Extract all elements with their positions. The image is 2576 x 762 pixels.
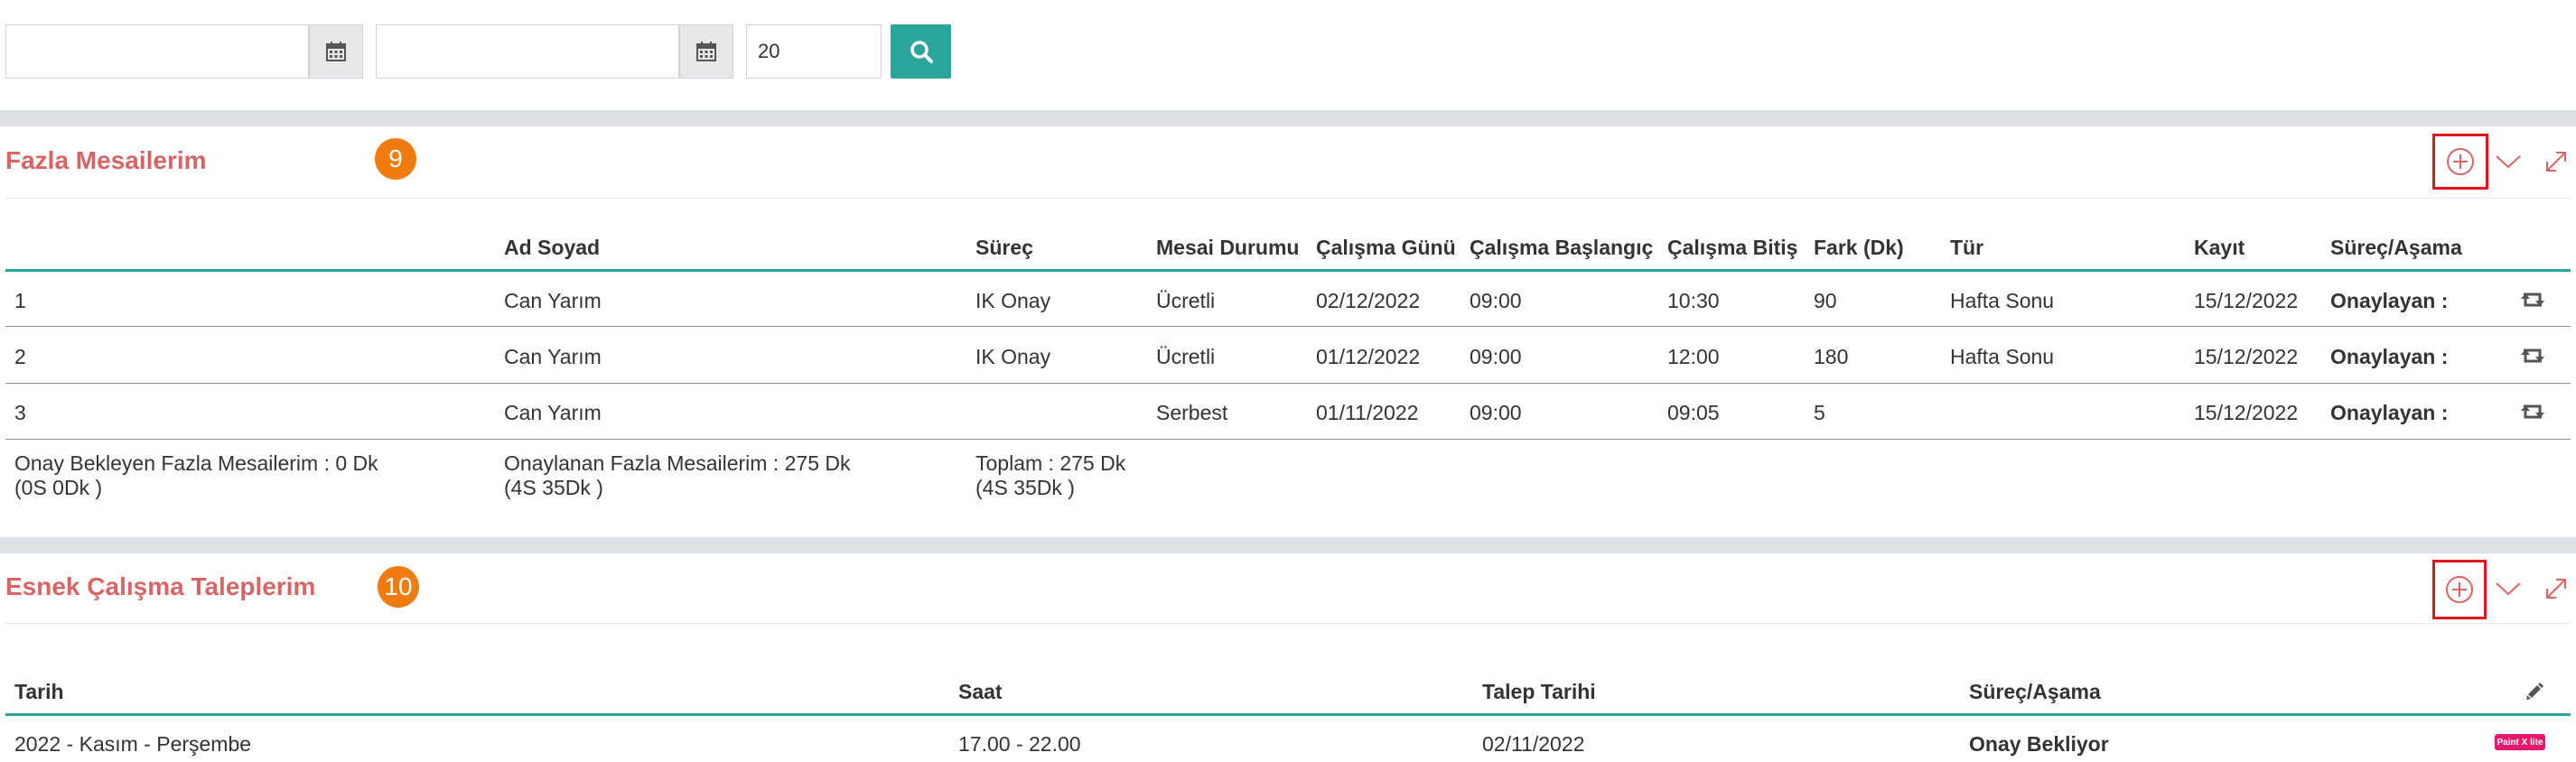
column-header-date: Tarih xyxy=(14,680,64,703)
cell-record: 15/12/2022 xyxy=(2194,345,2299,368)
column-header-stage: Süreç/Aşama xyxy=(1969,680,2101,703)
column-header-process: Süreç xyxy=(975,236,1033,259)
step-badge: 9 xyxy=(375,138,416,180)
cell-day: 02/12/2022 xyxy=(1316,289,1421,312)
row-number: 2 xyxy=(14,345,26,368)
filter-bar: 20 xyxy=(0,0,2576,108)
cell-name: Can Yarım xyxy=(504,289,602,312)
add-overtime-button[interactable] xyxy=(2432,134,2488,190)
history-button[interactable] xyxy=(2518,287,2547,312)
row-divider xyxy=(5,326,2571,327)
search-icon xyxy=(910,41,933,63)
row-divider xyxy=(5,383,2571,384)
collapse-panel-button[interactable] xyxy=(2495,148,2522,175)
overtime-panel-title: Fazla Mesailerim xyxy=(5,146,207,174)
retweet-icon xyxy=(2521,293,2544,307)
cell-date: 2022 - Kasım - Perşembe xyxy=(14,732,252,756)
expand-icon xyxy=(2546,579,2566,599)
start-date-input[interactable] xyxy=(5,24,309,79)
chevron-down-icon xyxy=(2496,582,2521,596)
flex-work-panel-title: Esnek Çalışma Taleplerim xyxy=(5,572,316,600)
column-header-end: Çalışma Bitiş xyxy=(1667,236,1798,259)
cell-diff: 5 xyxy=(1814,401,1825,424)
cell-start: 09:00 xyxy=(1470,401,1522,424)
expand-icon xyxy=(2546,152,2566,172)
grand-total-duration: (4S 35Dk ) xyxy=(975,476,1075,499)
collapse-panel-button[interactable] xyxy=(2495,575,2522,602)
add-circle-icon xyxy=(2447,148,2474,175)
cell-type: Hafta Sonu xyxy=(1950,289,2055,312)
calendar-icon xyxy=(326,42,346,61)
history-button[interactable] xyxy=(2518,399,2547,424)
search-button[interactable] xyxy=(891,24,951,79)
expand-panel-button[interactable] xyxy=(2543,575,2570,602)
column-header-day: Çalışma Günü xyxy=(1316,236,1456,259)
row-number: 3 xyxy=(14,401,26,424)
cell-record: 15/12/2022 xyxy=(2194,289,2299,312)
column-header-stage: Süreç/Aşama xyxy=(2330,236,2462,259)
end-date-calendar-button[interactable] xyxy=(679,24,733,79)
retweet-icon xyxy=(2521,348,2544,363)
cell-end: 12:00 xyxy=(1667,345,1720,368)
cell-stage: Onay Bekliyor xyxy=(1969,732,2109,756)
column-header-name: Ad Soyad xyxy=(504,236,601,259)
cell-diff: 180 xyxy=(1814,345,1849,368)
cell-request-date: 02/11/2022 xyxy=(1482,732,1585,756)
column-header-request-date: Talep Tarihi xyxy=(1482,680,1596,703)
section-divider xyxy=(0,537,2576,553)
row-number: 1 xyxy=(14,289,26,312)
step-badge: 10 xyxy=(378,566,419,608)
start-date-calendar-button[interactable] xyxy=(309,24,363,79)
cell-diff: 90 xyxy=(1814,289,1837,312)
cell-process: IK Onay xyxy=(975,289,1051,312)
cell-status: Serbest xyxy=(1156,401,1228,424)
column-header-status: Mesai Durumu xyxy=(1156,236,1300,259)
cell-process: IK Onay xyxy=(975,345,1051,368)
pending-total-duration: (0S 0Dk ) xyxy=(14,476,103,499)
watermark-badge: Paint X lite xyxy=(2495,734,2545,750)
cell-name: Can Yarım xyxy=(504,345,602,368)
cell-record: 15/12/2022 xyxy=(2194,401,2299,424)
history-button[interactable] xyxy=(2518,343,2547,368)
cell-stage: Onaylayan : xyxy=(2330,345,2449,368)
cell-day: 01/12/2022 xyxy=(1316,345,1421,368)
cell-stage: Onaylayan : xyxy=(2330,289,2449,312)
cell-end: 09:05 xyxy=(1667,401,1720,424)
panel-header-divider xyxy=(5,623,2571,624)
grand-total-label: Toplam : 275 Dk xyxy=(975,451,1126,475)
pencil-icon xyxy=(2526,683,2543,700)
add-flex-request-button[interactable] xyxy=(2432,560,2487,619)
calendar-icon xyxy=(696,42,716,61)
expand-panel-button[interactable] xyxy=(2543,148,2570,175)
panel-header-divider xyxy=(5,198,2571,199)
cell-stage: Onaylayan : xyxy=(2330,401,2449,424)
cell-hour: 17.00 - 22.00 xyxy=(958,732,1081,756)
column-header-hour: Saat xyxy=(958,680,1003,703)
end-date-input[interactable] xyxy=(376,24,679,79)
chevron-down-icon xyxy=(2496,155,2521,169)
cell-status: Ücretli xyxy=(1156,345,1216,368)
edit-button[interactable] xyxy=(2522,679,2547,704)
pending-total-label: Onay Bekleyen Fazla Mesailerim : 0 Dk xyxy=(14,451,378,475)
cell-name: Can Yarım xyxy=(504,401,602,424)
cell-end: 10:30 xyxy=(1667,289,1720,312)
approved-total-duration: (4S 35Dk ) xyxy=(504,476,603,499)
column-header-start: Çalışma Başlangıç xyxy=(1470,236,1654,259)
add-circle-icon xyxy=(2446,576,2473,603)
cell-type: Hafta Sonu xyxy=(1950,345,2055,368)
page-size-input[interactable]: 20 xyxy=(746,24,882,79)
approved-total-label: Onaylanan Fazla Mesailerim : 275 Dk xyxy=(504,451,851,475)
cell-day: 01/11/2022 xyxy=(1316,401,1419,424)
table-header-underline xyxy=(5,713,2571,716)
section-divider xyxy=(0,110,2576,126)
cell-status: Ücretli xyxy=(1156,289,1216,312)
cell-start: 09:00 xyxy=(1470,345,1522,368)
retweet-icon xyxy=(2521,404,2544,419)
row-divider xyxy=(5,439,2571,440)
column-header-record: Kayıt xyxy=(2194,236,2245,259)
column-header-diff: Fark (Dk) xyxy=(1814,236,1904,259)
column-header-type: Tür xyxy=(1950,236,1984,259)
cell-start: 09:00 xyxy=(1470,289,1522,312)
table-header-underline xyxy=(5,269,2571,272)
